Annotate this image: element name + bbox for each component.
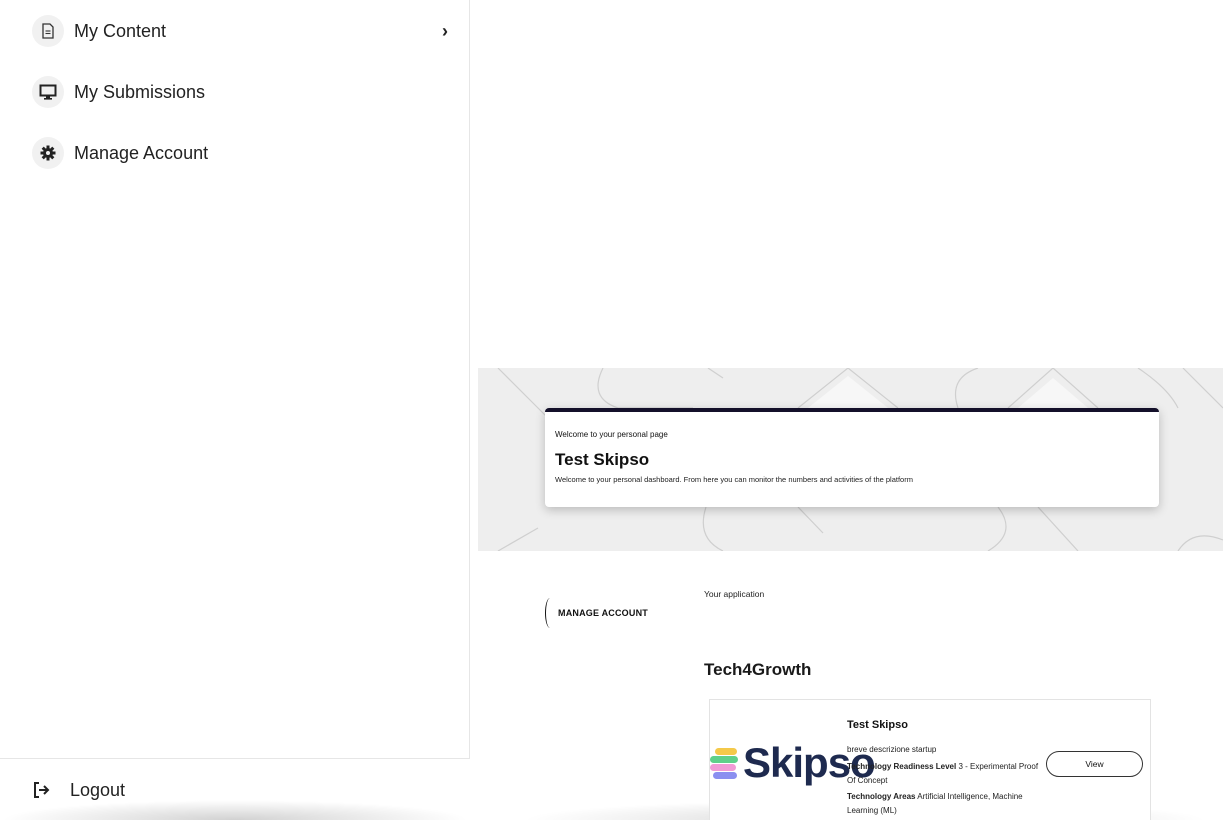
- logout-icon: [32, 780, 52, 800]
- application-card: Skipso Test Skipso breve descrizione sta…: [709, 699, 1151, 820]
- monitor-icon: [32, 76, 64, 108]
- technology-readiness-level: Technology Readiness Level 3 - Experimen…: [847, 760, 1042, 788]
- welcome-card: Welcome to your personal page Test Skips…: [545, 408, 1159, 507]
- section-label: Your application: [704, 589, 765, 599]
- startup-description: breve descrizione startup: [847, 745, 937, 754]
- logo-stripe: [710, 756, 738, 763]
- sidebar-item-label: My Content: [74, 20, 167, 41]
- logo-mark-icon: [710, 746, 740, 780]
- bracket-decoration: [545, 598, 555, 628]
- sidebar-item-label: My Submissions: [74, 81, 206, 102]
- hero-banner: Welcome to your personal page Test Skips…: [478, 368, 1223, 551]
- page-title: Test Skipso: [555, 450, 650, 469]
- bottom-shadow: [0, 800, 470, 820]
- areas-label: Technology Areas: [847, 792, 916, 801]
- manage-account-link[interactable]: MANAGE ACCOUNT: [545, 598, 648, 628]
- sidebar: My Content › My Submissions Manage Accou…: [0, 0, 470, 759]
- gear-icon: [32, 137, 64, 169]
- logo-stripe: [713, 772, 737, 779]
- view-button[interactable]: View: [1046, 751, 1143, 777]
- trl-label: Technology Readiness Level: [847, 762, 957, 771]
- document-icon: [32, 15, 64, 47]
- welcome-description: Welcome to your personal dashboard. From…: [555, 475, 913, 484]
- logout-label: Logout: [70, 779, 126, 800]
- technology-areas: Technology Areas Artificial Intelligence…: [847, 790, 1047, 818]
- sidebar-item-manage-account[interactable]: Manage Account: [32, 133, 448, 173]
- welcome-subtitle: Welcome to your personal page: [555, 430, 668, 439]
- logo-stripe: [715, 748, 737, 755]
- program-title: Tech4Growth: [704, 660, 812, 679]
- startup-name: Test Skipso: [847, 719, 908, 731]
- sidebar-item-label: Manage Account: [74, 142, 209, 163]
- sidebar-item-my-submissions[interactable]: My Submissions: [32, 72, 448, 112]
- logo-stripe: [710, 764, 736, 771]
- sidebar-item-my-content[interactable]: My Content ›: [32, 11, 448, 51]
- chevron-right-icon: ›: [442, 20, 448, 41]
- manage-account-label: MANAGE ACCOUNT: [558, 608, 648, 618]
